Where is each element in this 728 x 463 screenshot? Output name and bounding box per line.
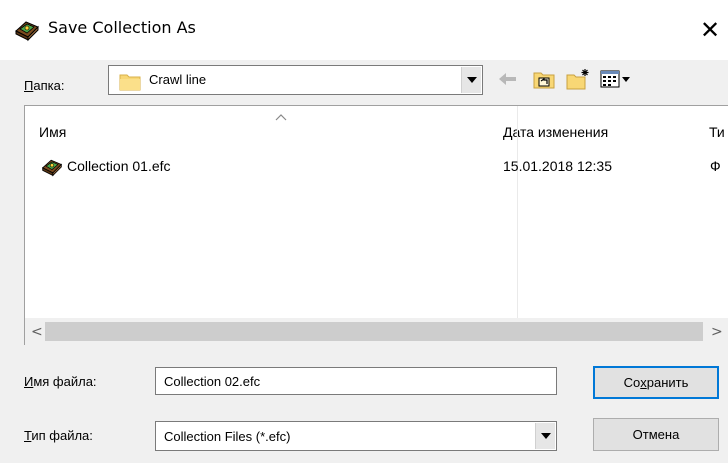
view-menu-icon — [600, 70, 632, 91]
folder-combo[interactable]: Crawl line — [108, 65, 483, 95]
cancel-button[interactable]: Отмена — [593, 418, 719, 451]
column-header-type[interactable]: Ти — [709, 124, 725, 140]
back-arrow-icon — [498, 72, 518, 89]
folder-current: Crawl line — [149, 72, 207, 87]
collection-file-icon — [41, 156, 63, 178]
column-divider — [517, 106, 518, 318]
filetype-select[interactable]: Collection Files (*.efc) — [155, 421, 557, 451]
file-type: Ф — [710, 158, 721, 174]
chevron-down-icon — [466, 77, 477, 83]
filename-label: Имя файла: — [24, 374, 97, 389]
chevron-down-icon — [540, 433, 551, 439]
file-list[interactable]: Имя Дата изменения Ти Collection 01.efc … — [24, 105, 728, 345]
up-folder-button[interactable] — [530, 66, 558, 94]
scrollbar-thumb[interactable] — [45, 322, 703, 341]
close-button[interactable]: ✕ — [700, 12, 728, 48]
horizontal-scrollbar[interactable]: < > — [25, 318, 728, 345]
new-folder-button[interactable] — [564, 66, 592, 94]
scroll-left-icon[interactable]: < — [31, 324, 43, 340]
save-button[interactable]: Со х ранить — [593, 366, 719, 399]
filetype-value: Collection Files (*.efc) — [164, 429, 291, 444]
table-row[interactable]: Collection 01.efc 15.01.2018 12:35 Ф — [25, 154, 728, 182]
filetype-dropdown-button[interactable] — [535, 423, 555, 449]
view-menu-button[interactable] — [598, 66, 634, 94]
folder-label: Папка: — [24, 78, 65, 93]
scroll-right-icon[interactable]: > — [711, 324, 723, 340]
folder-dropdown-button[interactable] — [461, 67, 481, 93]
close-icon: ✕ — [700, 16, 721, 44]
title-bar: Save Collection As ✕ — [0, 0, 728, 60]
file-date: 15.01.2018 12:35 — [503, 158, 612, 174]
filename-input[interactable] — [155, 367, 557, 395]
file-name: Collection 01.efc — [67, 158, 171, 174]
up-folder-icon — [533, 69, 555, 92]
sort-ascending-icon — [275, 108, 287, 121]
back-button[interactable] — [494, 66, 522, 94]
new-folder-icon — [566, 68, 590, 93]
column-header-date[interactable]: Дата изменения — [503, 124, 608, 140]
filetype-label: Тип файла: — [24, 428, 93, 443]
collection-book-icon — [14, 18, 40, 42]
folder-icon — [119, 71, 141, 91]
window-title: Save Collection As — [48, 18, 196, 37]
column-header-name[interactable]: Имя — [39, 124, 66, 140]
